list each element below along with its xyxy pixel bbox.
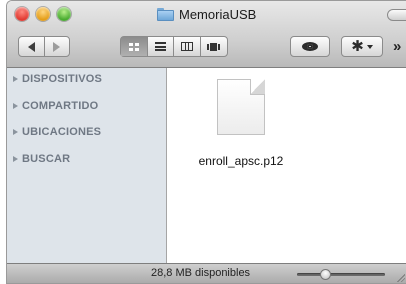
window-title: MemoriaUSB <box>179 6 257 22</box>
close-button[interactable] <box>15 7 29 21</box>
file-name: enroll_apsc.p12 <box>198 154 284 168</box>
finder-window: MemoriaUSB ✱ » DISPOSITIVOS COMPARTIDO U… <box>6 0 406 284</box>
file-area: enroll_apsc.p12 <box>167 68 406 263</box>
forward-arrow-icon <box>53 41 61 52</box>
toolbar-toggle-button[interactable] <box>387 9 406 21</box>
document-icon <box>217 79 265 135</box>
sidebar: DISPOSITIVOS COMPARTIDO UBICACIONES BUSC… <box>7 68 167 263</box>
gear-icon: ✱ <box>351 38 364 55</box>
quicklook-button[interactable] <box>290 36 330 57</box>
status-bar: 28,8 MB disponibles <box>7 263 406 283</box>
coverflow-view-button[interactable] <box>201 37 227 56</box>
icon-view-icon <box>128 42 139 51</box>
toolbar: MemoriaUSB ✱ » <box>7 1 406 68</box>
disclosure-triangle-icon <box>13 76 18 82</box>
sidebar-section-label: BUSCAR <box>22 153 71 165</box>
file-item[interactable]: enroll_apsc.p12 <box>186 79 296 168</box>
sidebar-section-buscar[interactable]: BUSCAR <box>13 153 70 165</box>
action-menu-button[interactable]: ✱ <box>341 36 383 57</box>
disclosure-triangle-icon <box>13 103 18 109</box>
disclosure-triangle-icon <box>13 129 18 135</box>
list-view-icon <box>154 42 166 51</box>
available-space-text: 28,8 MB disponibles <box>151 267 251 279</box>
sidebar-section-dispositivos[interactable]: DISPOSITIVOS <box>13 73 102 85</box>
icon-size-slider[interactable] <box>297 269 385 280</box>
eye-icon <box>302 42 318 51</box>
list-view-button[interactable] <box>148 37 174 56</box>
coverflow-view-icon <box>207 42 221 51</box>
sidebar-section-label: COMPARTIDO <box>22 100 99 112</box>
column-view-icon <box>180 42 193 51</box>
window-title-area: MemoriaUSB <box>157 4 256 24</box>
sidebar-section-label: DISPOSITIVOS <box>22 73 103 85</box>
slider-knob[interactable] <box>320 269 331 280</box>
back-arrow-icon <box>27 41 35 52</box>
sidebar-section-ubicaciones[interactable]: UBICACIONES <box>13 126 101 138</box>
zoom-button[interactable] <box>57 7 71 21</box>
sidebar-section-compartido[interactable]: COMPARTIDO <box>13 100 98 112</box>
sidebar-section-label: UBICACIONES <box>22 126 102 138</box>
minimize-button[interactable] <box>36 7 50 21</box>
navigation-buttons <box>18 36 70 57</box>
toolbar-overflow-button[interactable]: » <box>393 36 401 57</box>
disclosure-triangle-icon <box>13 156 18 162</box>
folder-icon <box>157 7 174 21</box>
resize-handle-icon[interactable] <box>396 273 405 282</box>
forward-button[interactable] <box>44 37 69 56</box>
back-button[interactable] <box>19 37 44 56</box>
icon-view-button[interactable] <box>121 37 148 56</box>
view-mode-selector <box>120 36 228 57</box>
chevron-down-icon <box>366 44 373 49</box>
column-view-button[interactable] <box>174 37 201 56</box>
